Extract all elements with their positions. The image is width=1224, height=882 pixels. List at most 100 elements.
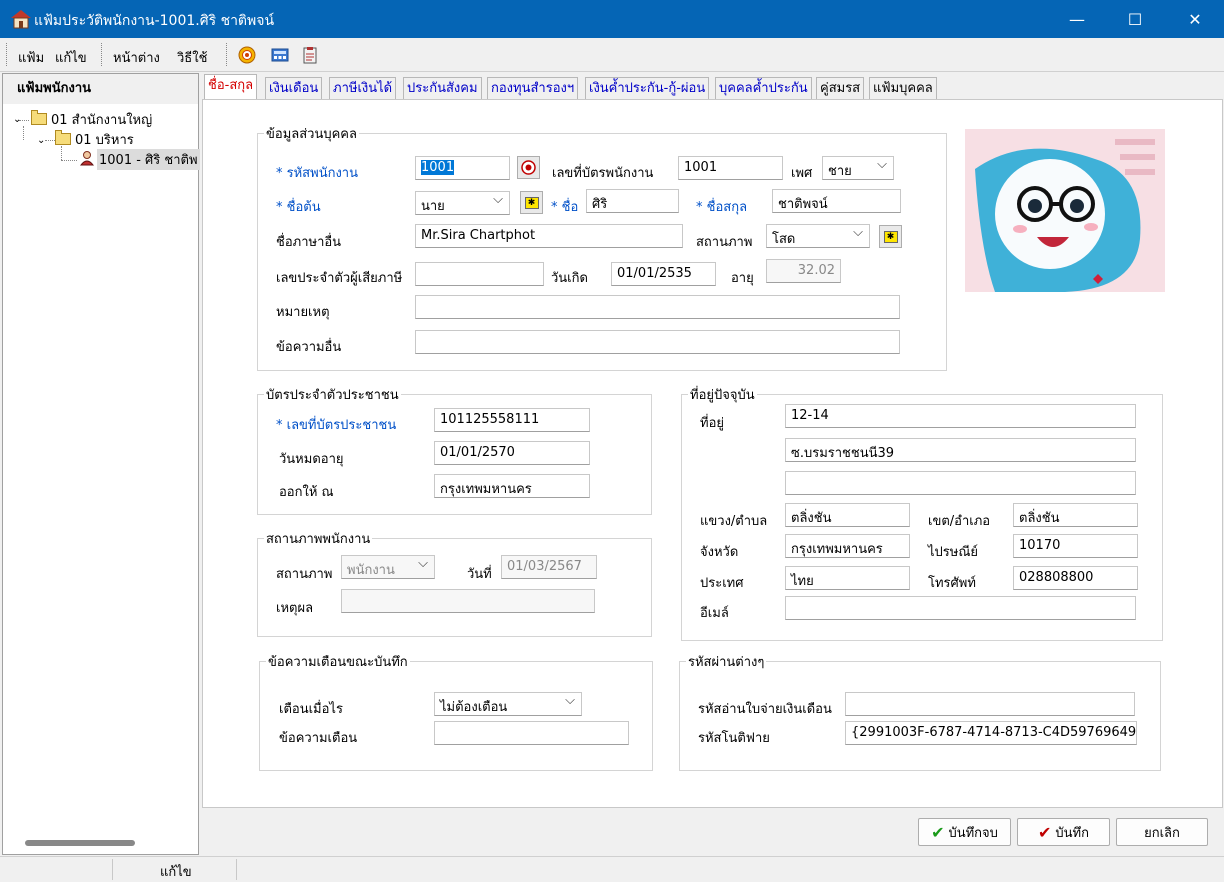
reason-input	[341, 589, 595, 613]
id-issued-label: ออกให้ ณ	[279, 485, 334, 500]
target-icon[interactable]	[238, 46, 256, 64]
tab-salary[interactable]: เงินเดือน	[265, 77, 323, 99]
notify-code-input[interactable]: {2991003F-6787-4714-8713-C4D597696496	[845, 721, 1137, 745]
phone-input[interactable]: 028808800	[1013, 566, 1138, 590]
tree-node-head-office[interactable]: 01 สำนักงานใหญ่	[51, 109, 152, 130]
menu-window[interactable]: หน้าต่าง	[113, 47, 160, 68]
address-legend: ที่อยู่ปัจจุบัน	[690, 388, 755, 403]
id-card-legend: บัตรประจำตัวประชาชน	[266, 388, 399, 403]
tab-personal-file[interactable]: แฟ้มบุคคล	[869, 77, 937, 99]
menu-bar: แฟ้ม แก้ไข หน้าต่าง วิธีใช้	[0, 38, 1224, 72]
last-name-input[interactable]: ชาติพจน์	[772, 189, 901, 213]
tree-node-admin[interactable]: 01 บริหาร	[75, 129, 134, 150]
district-label: เขต/อำเภอ	[928, 514, 991, 529]
status-divider	[236, 859, 237, 880]
title-bar: แฟ้มประวัติพนักงาน-1001.ศิริ ชาติพจน์ — …	[0, 0, 1224, 38]
warn-msg-label: ข้อความเตือน	[279, 731, 358, 746]
warn-msg-input[interactable]	[434, 721, 629, 745]
menu-file[interactable]: แฟ้ม	[18, 47, 44, 68]
tax-id-input[interactable]	[415, 262, 544, 286]
toolbar-grip[interactable]	[226, 43, 230, 66]
clipboard-icon[interactable]	[301, 46, 319, 64]
tab-spouse[interactable]: คู่สมรส	[816, 77, 865, 99]
tree-connector	[23, 126, 24, 140]
note-input[interactable]	[415, 295, 900, 319]
emp-card-input[interactable]: 1001	[678, 156, 783, 180]
tree-node-employee[interactable]: 1001 - ศิริ ชาติพ	[97, 149, 200, 170]
postcode-input[interactable]: 10170	[1013, 534, 1138, 558]
emp-card-label: เลขที่บัตรพนักงาน	[552, 166, 654, 181]
phone-label: โทรศัพท์	[928, 576, 976, 591]
prefix-folder-button[interactable]: ✱	[520, 191, 543, 214]
other-msg-input[interactable]	[415, 330, 900, 354]
lookup-button[interactable]	[517, 156, 540, 179]
tab-social-security[interactable]: ประกันสังคม	[403, 77, 482, 99]
tab-provident-fund[interactable]: กองทุนสำรองฯ	[487, 77, 579, 99]
folder-star-icon: ✱	[524, 196, 539, 209]
gender-select[interactable]: ชาย	[822, 156, 894, 180]
folder-icon	[31, 110, 47, 125]
tab-name[interactable]: ชื่อ-สกุล	[204, 74, 258, 100]
country-input[interactable]: ไทย	[785, 566, 910, 590]
cancel-button[interactable]: ยกเลิก	[1116, 818, 1208, 846]
save-close-button[interactable]: ✔ บันทึกจบ	[918, 818, 1011, 846]
collapse-icon[interactable]: ⌄	[13, 114, 21, 125]
emp-status-label: สถานภาพ	[276, 567, 333, 582]
folder-star-icon: ✱	[883, 230, 898, 243]
employee-tree-panel: แฟ้มพนักงาน ⌄ 01 สำนักงานใหญ่ ⌄ 01 บริหา…	[2, 73, 200, 855]
tab-income-tax[interactable]: ภาษีเงินได้	[329, 77, 397, 99]
employee-status-legend: สถานภาพพนักงาน	[266, 532, 371, 547]
emp-code-input[interactable]: 1001	[415, 156, 510, 180]
minimize-button[interactable]: —	[1054, 0, 1100, 38]
id-number-label: * เลขที่บัตรประชาชน	[276, 418, 397, 433]
address-line1-input[interactable]: 12-14	[785, 404, 1136, 428]
marital-status-select[interactable]: โสด	[766, 224, 870, 248]
save-button[interactable]: ✔ บันทึก	[1017, 818, 1110, 846]
last-name-label: * ชื่อสกุล	[696, 200, 748, 215]
menu-help[interactable]: วิธีใช้	[177, 47, 207, 68]
maximize-button[interactable]: ☐	[1112, 0, 1158, 38]
employee-photo	[965, 129, 1165, 292]
first-name-label: * ชื่อ	[551, 200, 579, 215]
id-number-input[interactable]: 101125558111	[434, 408, 590, 432]
toolbar-grip[interactable]	[6, 43, 10, 66]
email-label: อีเมล์	[700, 606, 729, 621]
subdistrict-input[interactable]: ตลิ่งชัน	[785, 503, 910, 527]
other-msg-label: ข้อความอื่น	[276, 340, 342, 355]
tree-connector	[61, 146, 62, 160]
payslip-password-input[interactable]	[845, 692, 1135, 716]
other-lang-input[interactable]: Mr.Sira Chartphot	[415, 224, 683, 248]
tax-id-label: เลขประจำตัวผู้เสียภาษี	[276, 271, 403, 286]
address-line3-input[interactable]	[785, 471, 1136, 495]
calculator-icon[interactable]	[271, 46, 289, 64]
postcode-label: ไปรษณีย์	[928, 545, 979, 560]
horizontal-scrollbar[interactable]	[25, 840, 135, 846]
status-bar: แก้ไข	[0, 856, 1224, 882]
other-lang-label: ชื่อภาษาอื่น	[276, 235, 342, 250]
save-label: บันทึก	[1055, 825, 1089, 841]
status-folder-button[interactable]: ✱	[879, 225, 902, 248]
tab-guarantee-loan[interactable]: เงินค้ำประกัน-กู้-ผ่อน	[585, 77, 710, 99]
note-label: หมายเหตุ	[276, 305, 330, 320]
save-close-label: บันทึกจบ	[948, 825, 998, 841]
address-line2-input[interactable]: ซ.บรมราชชนนี39	[785, 438, 1136, 462]
warn-when-select[interactable]: ไม่ต้องเตือน	[434, 692, 582, 716]
province-input[interactable]: กรุงเทพมหานคร	[785, 534, 910, 558]
birth-date-input[interactable]: 01/01/2535	[611, 262, 716, 286]
country-label: ประเทศ	[700, 576, 744, 591]
id-expire-input[interactable]: 01/01/2570	[434, 441, 590, 465]
id-issued-input[interactable]: กรุงเทพมหานคร	[434, 474, 590, 498]
email-input[interactable]	[785, 596, 1136, 620]
first-name-input[interactable]: ศิริ	[586, 189, 679, 213]
tab-guarantor[interactable]: บุคคลค้ำประกัน	[715, 77, 812, 99]
district-input[interactable]: ตลิ่งชัน	[1013, 503, 1138, 527]
target-icon	[521, 160, 536, 175]
menu-edit[interactable]: แก้ไข	[55, 47, 87, 68]
close-button[interactable]: ✕	[1172, 0, 1218, 38]
personal-info-legend: ข้อมูลส่วนบุคคล	[266, 127, 357, 142]
subdistrict-label: แขวง/ตำบล	[700, 514, 768, 529]
prefix-select[interactable]: นาย	[415, 191, 510, 215]
toolbar-grip[interactable]	[101, 43, 105, 66]
emp-code-label: * รหัสพนักงาน	[276, 166, 358, 181]
check-icon: ✔	[931, 822, 945, 842]
